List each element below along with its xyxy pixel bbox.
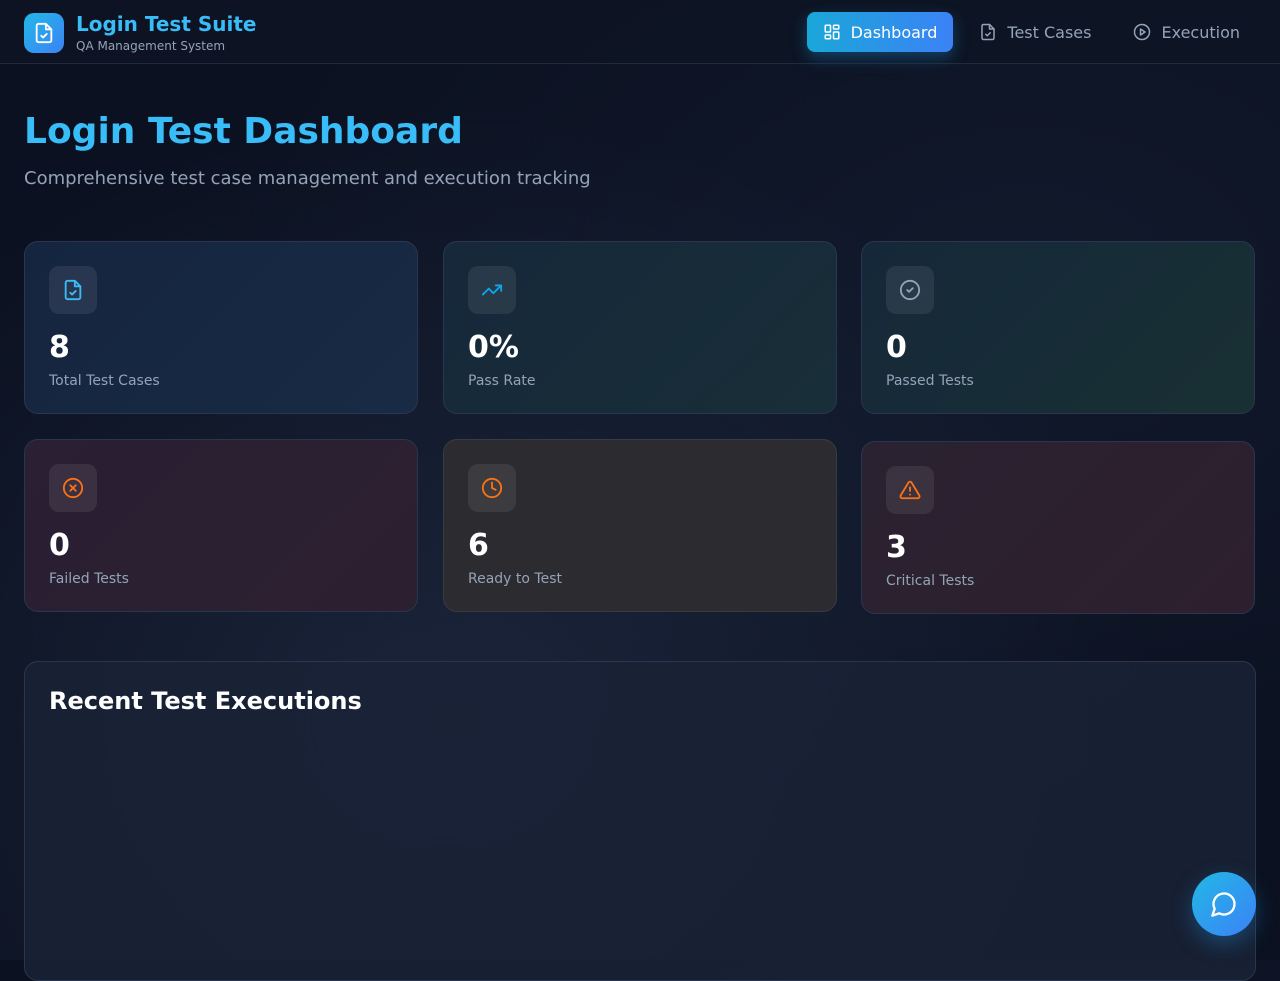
stat-icon-box [886, 266, 934, 314]
stat-value: 6 [468, 528, 489, 563]
stat-label: Pass Rate [468, 373, 536, 389]
stat-icon-box [886, 466, 934, 514]
brand-title: Login Test Suite [76, 12, 257, 36]
x-circle-icon [62, 477, 84, 499]
trending-up-icon [481, 284, 503, 296]
page-title: Login Test Dashboard [24, 111, 463, 152]
layout-grid-icon [824, 24, 840, 40]
stat-card-pass-rate[interactable]: 0% Pass Rate [443, 241, 837, 414]
chat-button[interactable] [1192, 872, 1256, 936]
file-check-icon [35, 22, 53, 44]
stat-card-total-test-cases[interactable]: 8 Total Test Cases [24, 241, 418, 414]
stat-label: Passed Tests [886, 373, 974, 389]
page-subtitle: Comprehensive test case management and e… [24, 168, 591, 189]
brand[interactable]: Login Test Suite QA Management System [24, 12, 256, 54]
stat-card-critical-tests[interactable]: 3 Critical Tests [861, 441, 1255, 614]
play-circle-icon [1134, 23, 1151, 41]
stat-card-ready-to-test[interactable]: 6 Ready to Test [443, 439, 837, 612]
stat-card-failed-tests[interactable]: 0 Failed Tests [24, 439, 418, 612]
stat-icon-box [468, 266, 516, 314]
stat-icon-box [49, 464, 97, 512]
check-circle-icon [899, 279, 921, 301]
stat-label: Failed Tests [49, 571, 129, 587]
stat-value: 0% [468, 330, 519, 365]
top-navigation-bar: Login Test Suite QA Management System Da… [0, 0, 1280, 64]
nav-test-cases[interactable]: Test Cases [963, 12, 1107, 52]
nav-execution[interactable]: Execution [1117, 12, 1256, 52]
recent-executions-title: Recent Test Executions [49, 687, 362, 715]
brand-text: Login Test Suite QA Management System [76, 12, 256, 54]
stat-icon-box [468, 464, 516, 512]
stat-label: Critical Tests [886, 573, 975, 589]
file-check-icon [981, 23, 996, 41]
brand-subtitle: QA Management System [76, 39, 226, 53]
nav-dashboard-label: Dashboard [850, 22, 938, 42]
stat-label: Ready to Test [468, 571, 562, 587]
nav-execution-label: Execution [1161, 22, 1240, 42]
stat-icon-box [49, 266, 97, 314]
brand-logo [24, 13, 64, 53]
stat-label: Total Test Cases [49, 373, 160, 389]
stat-value: 8 [49, 330, 70, 365]
clock-icon [481, 477, 503, 499]
nav-test-cases-label: Test Cases [1007, 22, 1092, 42]
nav-dashboard[interactable]: Dashboard [806, 12, 954, 52]
chat-bubble-icon [1211, 892, 1236, 917]
stat-card-passed-tests[interactable]: 0 Passed Tests [861, 241, 1255, 414]
stat-value: 0 [886, 330, 907, 365]
alert-triangle-icon [899, 480, 921, 500]
stat-value: 3 [886, 530, 907, 565]
stat-value: 0 [49, 528, 70, 563]
recent-executions-panel: Recent Test Executions [24, 661, 1256, 981]
file-check-icon [64, 279, 82, 301]
main-nav: Dashboard Test Cases Execution [806, 12, 1256, 52]
